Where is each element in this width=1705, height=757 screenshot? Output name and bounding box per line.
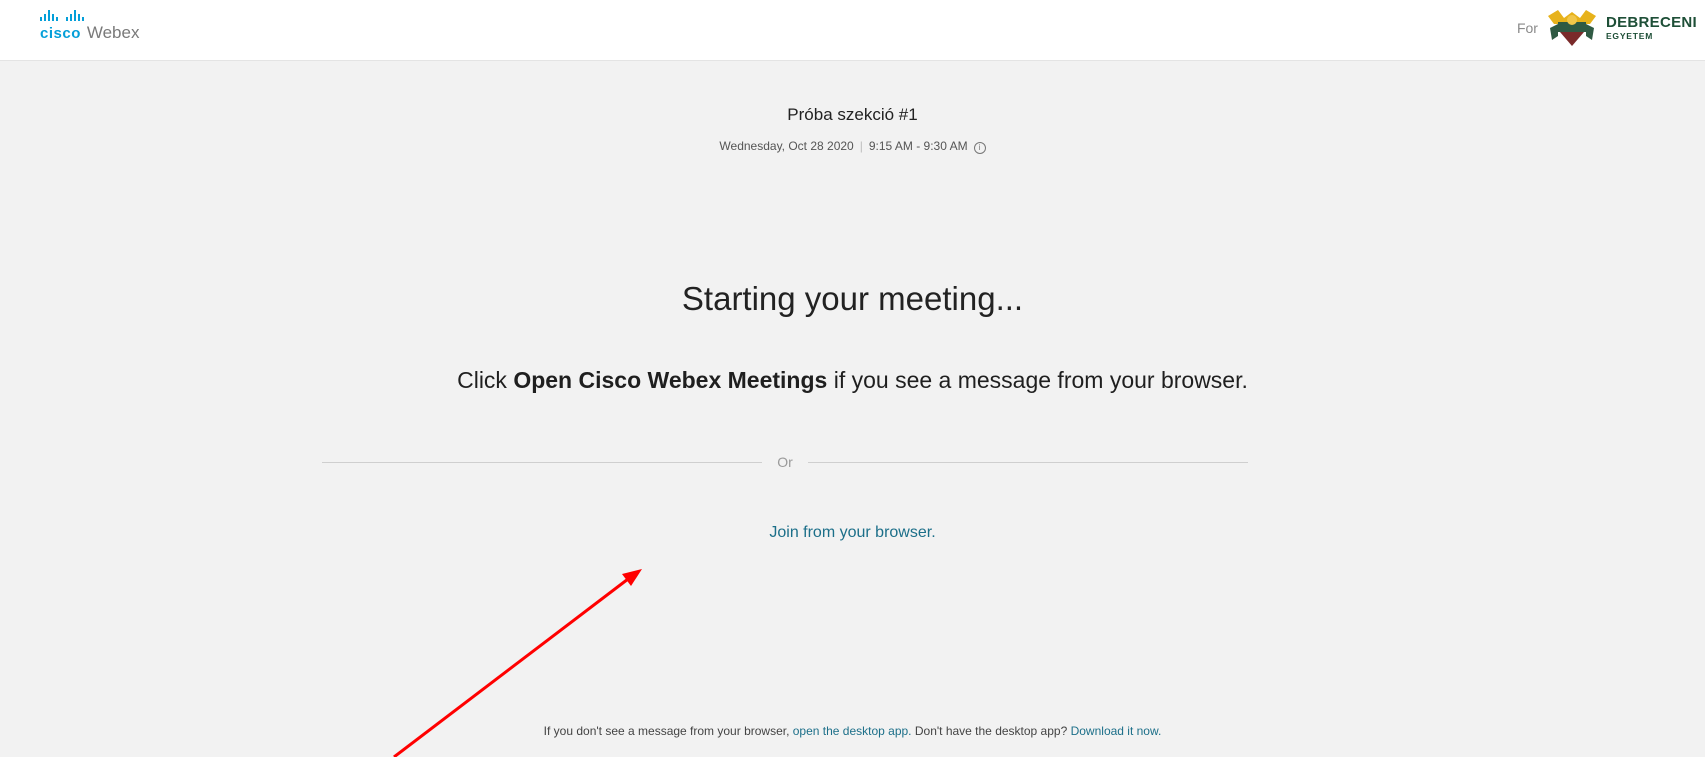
annotation-arrow bbox=[393, 569, 642, 757]
